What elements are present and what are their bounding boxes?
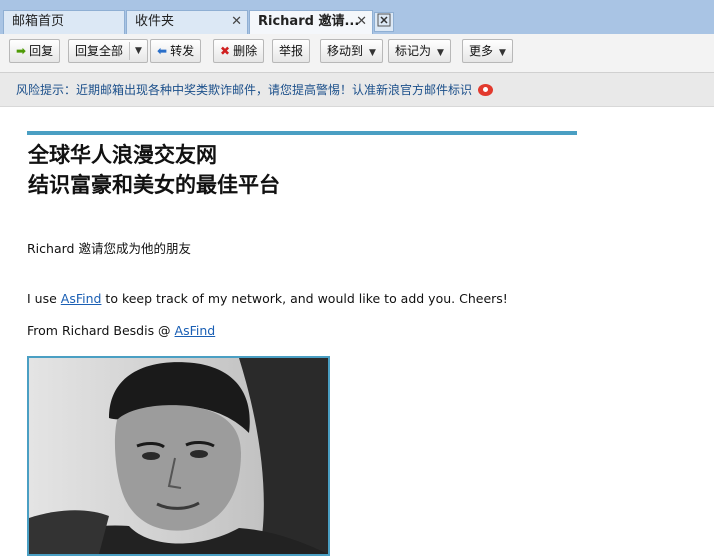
invite-text: Richard 邀请您成为他的朋友 [27,241,191,256]
mail-body: 全球华人浪漫交友网 结识富豪和美女的最佳平台 Richard 邀请您成为他的朋友… [0,107,714,556]
move-to-button[interactable]: 移动到 ▼ [320,39,383,63]
headline-line-1: 全球华人浪漫交友网 [28,142,217,167]
forward-button[interactable]: ⬅ 转发 [150,39,202,63]
close-all-tabs-icon[interactable] [374,12,394,32]
chevron-down-icon: ▼ [369,48,376,58]
chevron-down-icon: ▼ [499,48,506,58]
reply-button[interactable]: ➡ 回复 [9,39,61,63]
forward-label: 转发 [170,44,195,58]
mail-headline: 全球华人浪漫交友网 结识富豪和美女的最佳平台 [28,140,588,200]
body-text-before: I use [27,291,61,306]
sina-weibo-icon [478,84,493,96]
asfind-link[interactable]: AsFind [175,323,216,338]
delete-x-icon: ✖ [220,44,231,58]
chevron-down-icon: ▼ [437,48,444,58]
reply-label: 回复 [29,44,54,58]
move-to-label: 移动到 [327,44,364,58]
tab-bar: 邮箱首页 收件夹 ✕ Richard 邀请... ✕ [0,0,714,35]
forward-arrow-icon: ⬅ [157,44,168,58]
divider [129,42,130,60]
risk-warning-text: 风险提示：近期邮箱出现各种中奖类欺诈邮件，请您提高警惕！认准新浪官方邮件标识 [16,83,473,97]
headline-line-2: 结识富豪和美女的最佳平台 [28,172,280,197]
risk-warning-bar: 风险提示：近期邮箱出现各种中奖类欺诈邮件，请您提高警惕！认准新浪官方邮件标识 [0,73,714,107]
mark-as-button[interactable]: 标记为 ▼ [388,39,451,63]
close-icon[interactable]: ✕ [356,11,367,33]
chevron-down-icon[interactable]: ▼ [135,40,142,62]
report-label: 举报 [279,44,304,58]
report-button[interactable]: 举报 [272,39,311,63]
tab-label: Richard 邀请... [258,14,360,29]
close-icon[interactable]: ✕ [231,11,242,33]
accent-divider [27,131,577,135]
asfind-link[interactable]: AsFind [61,291,102,306]
mail-toolbar: ➡ 回复 回复全部 ▼ ⬅ 转发 ✖ 删除 举报 移动到 ▼ 标记为 ▼ 更多 ▼ [0,34,714,73]
delete-button[interactable]: ✖ 删除 [213,39,265,63]
mark-as-label: 标记为 [395,44,432,58]
reply-arrow-icon: ➡ [16,44,27,58]
profile-photo [27,356,330,556]
tab-inbox[interactable]: 收件夹 ✕ [126,10,248,34]
tab-label: 收件夹 [135,14,175,29]
more-label: 更多 [469,44,494,58]
delete-label: 删除 [233,44,258,58]
tab-richard-invite[interactable]: Richard 邀请... ✕ [249,10,373,35]
body-text-after: to keep track of my network, and would l… [101,291,508,306]
body-paragraph: I use AsFind to keep track of my network… [27,291,508,306]
reply-all-label: 回复全部 [75,44,124,58]
tab-label: 邮箱首页 [12,14,65,29]
more-button[interactable]: 更多 ▼ [462,39,513,63]
reply-all-button[interactable]: 回复全部 ▼ [68,39,148,63]
from-line: From Richard Besdis @ AsFind [27,323,215,338]
tab-mailbox-home[interactable]: 邮箱首页 [3,10,125,34]
from-text: From Richard Besdis @ [27,323,175,338]
